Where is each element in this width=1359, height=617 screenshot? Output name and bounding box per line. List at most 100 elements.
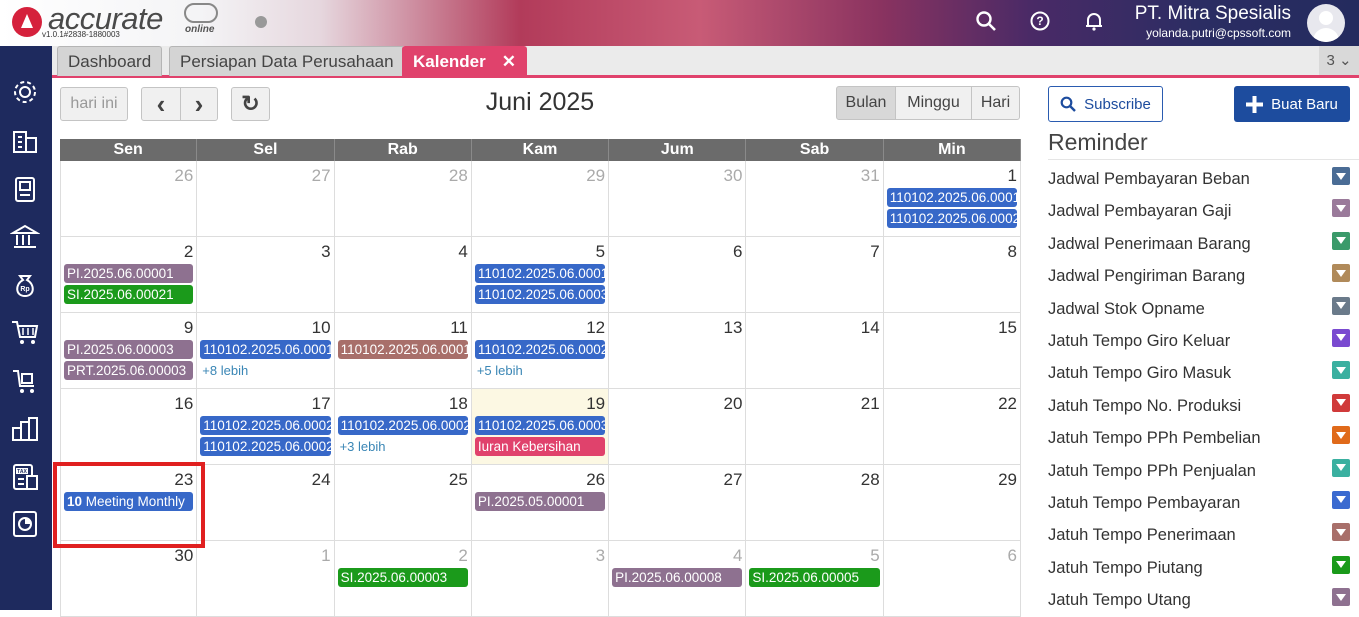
calendar-event[interactable]: SI.2025.06.00005 <box>749 568 880 587</box>
reminder-item[interactable]: Jatuh Tempo Giro Keluar <box>1048 325 1359 357</box>
next-button[interactable]: › <box>180 87 218 121</box>
tab-dashboard[interactable]: Dashboard <box>57 46 163 76</box>
calendar-day[interactable]: 20 <box>609 389 747 464</box>
reminder-item[interactable]: Jatuh Tempo Pembayaran <box>1048 487 1359 519</box>
calendar-day[interactable]: 26 <box>60 161 198 236</box>
calendar-event[interactable]: 110102.2025.06.0002 <box>200 437 331 456</box>
reminder-item[interactable]: Jatuh Tempo Penerimaan <box>1048 519 1359 551</box>
calendar-event[interactable]: 110102.2025.06.0001 <box>337 340 468 359</box>
color-dropdown-icon[interactable] <box>1332 490 1350 509</box>
calendar-event[interactable]: SI.2025.06.00021 <box>64 285 194 304</box>
calendar-day[interactable]: 28 <box>746 465 884 540</box>
color-dropdown-icon[interactable] <box>1332 264 1350 283</box>
calendar-event[interactable]: Iuran Kebersihan <box>474 437 606 456</box>
tax-icon[interactable]: TAX <box>10 462 40 492</box>
reminder-item[interactable]: Jadwal Penerimaan Barang <box>1048 228 1359 260</box>
reminder-item[interactable]: Jadwal Stok Opname <box>1048 293 1359 325</box>
calendar-event[interactable]: 110102.2025.06.0003 <box>474 416 606 435</box>
calendar-event[interactable]: PI.2025.06.00008 <box>612 568 743 587</box>
more-events-link[interactable]: +3 lebih <box>340 439 386 454</box>
calendar-event[interactable]: 110102.2025.06.0002 <box>337 416 468 435</box>
calendar-day[interactable]: 21 <box>746 389 884 464</box>
calendar-event[interactable]: PI.2025.06.00001 <box>64 264 194 283</box>
calendar-day[interactable]: 10 110102.2025.06.0001 +8 lebih <box>197 313 335 388</box>
calendar-day[interactable]: 29 <box>472 161 610 236</box>
calendar-event[interactable]: 110102.2025.06.0003 <box>474 285 606 304</box>
bank-icon[interactable] <box>9 222 41 252</box>
calendar-day[interactable]: 27 <box>609 465 747 540</box>
calendar-day[interactable]: 4 PI.2025.06.00008 <box>609 541 747 616</box>
settings-icon[interactable] <box>10 77 40 107</box>
calendar-day[interactable]: 4 <box>335 237 472 312</box>
view-week-button[interactable]: Minggu <box>895 86 972 120</box>
calendar-day[interactable]: 26 PI.2025.05.00001 <box>472 465 610 540</box>
calendar-day[interactable]: 5 SI.2025.06.00005 <box>746 541 884 616</box>
close-icon[interactable]: ✕ <box>502 52 516 71</box>
calendar-day[interactable]: 2 PI.2025.06.00001 SI.2025.06.00021 <box>60 237 198 312</box>
subscribe-button[interactable]: Subscribe <box>1048 86 1163 122</box>
calendar-day[interactable]: 15 <box>884 313 1021 388</box>
calendar-day[interactable]: 6 <box>884 541 1021 616</box>
calendar-event[interactable]: PI.2025.05.00001 <box>474 492 606 511</box>
sales-cart-icon[interactable] <box>10 366 40 396</box>
color-dropdown-icon[interactable] <box>1332 231 1350 250</box>
tab-count-dropdown[interactable]: 3 ⌄ <box>1319 46 1359 75</box>
more-events-link[interactable]: +5 lebih <box>477 363 523 378</box>
calendar-day[interactable]: 14 <box>746 313 884 388</box>
calendar-day[interactable]: 9 PI.2025.06.00003 PRT.2025.06.00003 <box>60 313 198 388</box>
calendar-event[interactable]: PI.2025.06.00003 <box>64 340 194 359</box>
calendar-day[interactable]: 7 <box>746 237 884 312</box>
reminder-item[interactable]: Jatuh Tempo PPh Penjualan <box>1048 455 1359 487</box>
calendar-day[interactable]: 12 110102.2025.06.0002 +5 lebih <box>472 313 610 388</box>
calendar-day[interactable]: 5 110102.2025.06.0001 110102.2025.06.0003 <box>472 237 610 312</box>
calendar-event[interactable]: 110102.2025.06.0002 <box>474 340 606 359</box>
help-icon[interactable]: ? <box>1024 8 1056 34</box>
calendar-event[interactable]: 110102.2025.06.0001 <box>886 188 1017 207</box>
inventory-icon[interactable] <box>10 414 40 444</box>
calendar-day[interactable]: 3 <box>472 541 610 616</box>
color-dropdown-icon[interactable] <box>1332 328 1350 347</box>
today-button[interactable]: hari ini <box>60 87 128 121</box>
reminder-item[interactable]: Jadwal Pembayaran Beban <box>1048 163 1359 195</box>
reminder-item[interactable]: Jatuh Tempo Piutang <box>1048 552 1359 584</box>
refresh-button[interactable]: ↻ <box>231 87 270 121</box>
color-dropdown-icon[interactable] <box>1332 426 1350 445</box>
calendar-event[interactable]: 110102.2025.06.0002 <box>886 209 1017 228</box>
prev-button[interactable]: ‹ <box>141 87 181 121</box>
view-day-button[interactable]: Hari <box>971 86 1020 120</box>
calendar-day[interactable]: 29 <box>884 465 1021 540</box>
calendar-day[interactable]: 28 <box>335 161 472 236</box>
calendar-day[interactable]: 17 110102.2025.06.0002 110102.2025.06.0002 <box>197 389 335 464</box>
calendar-day[interactable]: 22 <box>884 389 1021 464</box>
calendar-day[interactable]: 30 <box>609 161 747 236</box>
color-dropdown-icon[interactable] <box>1332 523 1350 542</box>
company-info[interactable]: PT. Mitra Spesialis yolanda.putri@cpssof… <box>1135 3 1291 41</box>
calendar-day[interactable]: 11 110102.2025.06.0001 <box>335 313 472 388</box>
purchase-cart-icon[interactable] <box>10 317 40 347</box>
calendar-day[interactable]: 18 110102.2025.06.0002 +3 lebih <box>335 389 472 464</box>
color-dropdown-icon[interactable] <box>1332 458 1350 477</box>
color-dropdown-icon[interactable] <box>1332 296 1350 315</box>
bell-icon[interactable] <box>1078 8 1110 34</box>
calendar-event[interactable]: PRT.2025.06.00003 <box>64 361 194 380</box>
tab-persiapan-data[interactable]: Persiapan Data Perusahaan <box>169 46 405 76</box>
tab-kalender[interactable]: Kalender ✕ <box>402 46 527 76</box>
color-dropdown-icon[interactable] <box>1332 167 1350 185</box>
view-month-button[interactable]: Bulan <box>836 86 896 120</box>
calendar-day[interactable]: 27 <box>197 161 335 236</box>
reminder-item[interactable]: Jadwal Pembayaran Gaji <box>1048 195 1359 227</box>
calendar-day[interactable]: 25 <box>335 465 472 540</box>
color-dropdown-icon[interactable] <box>1332 199 1350 218</box>
calendar-day[interactable]: 2 SI.2025.06.00003 <box>335 541 472 616</box>
new-button[interactable]: Buat Baru <box>1234 86 1350 122</box>
reminder-item[interactable]: Jatuh Tempo Utang <box>1048 584 1359 616</box>
calendar-event[interactable]: 110102.2025.06.0001 <box>200 340 331 359</box>
calendar-day[interactable]: 8 <box>884 237 1021 312</box>
calendar-day[interactable]: 24 <box>197 465 335 540</box>
color-dropdown-icon[interactable] <box>1332 393 1350 412</box>
calendar-day[interactable]: 19 110102.2025.06.0003 Iuran Kebersihan <box>471 389 610 464</box>
calendar-event[interactable]: 110102.2025.06.0002 <box>200 416 331 435</box>
color-dropdown-icon[interactable] <box>1332 555 1350 574</box>
color-dropdown-icon[interactable] <box>1332 361 1350 380</box>
more-events-link[interactable]: +8 lebih <box>202 363 248 378</box>
